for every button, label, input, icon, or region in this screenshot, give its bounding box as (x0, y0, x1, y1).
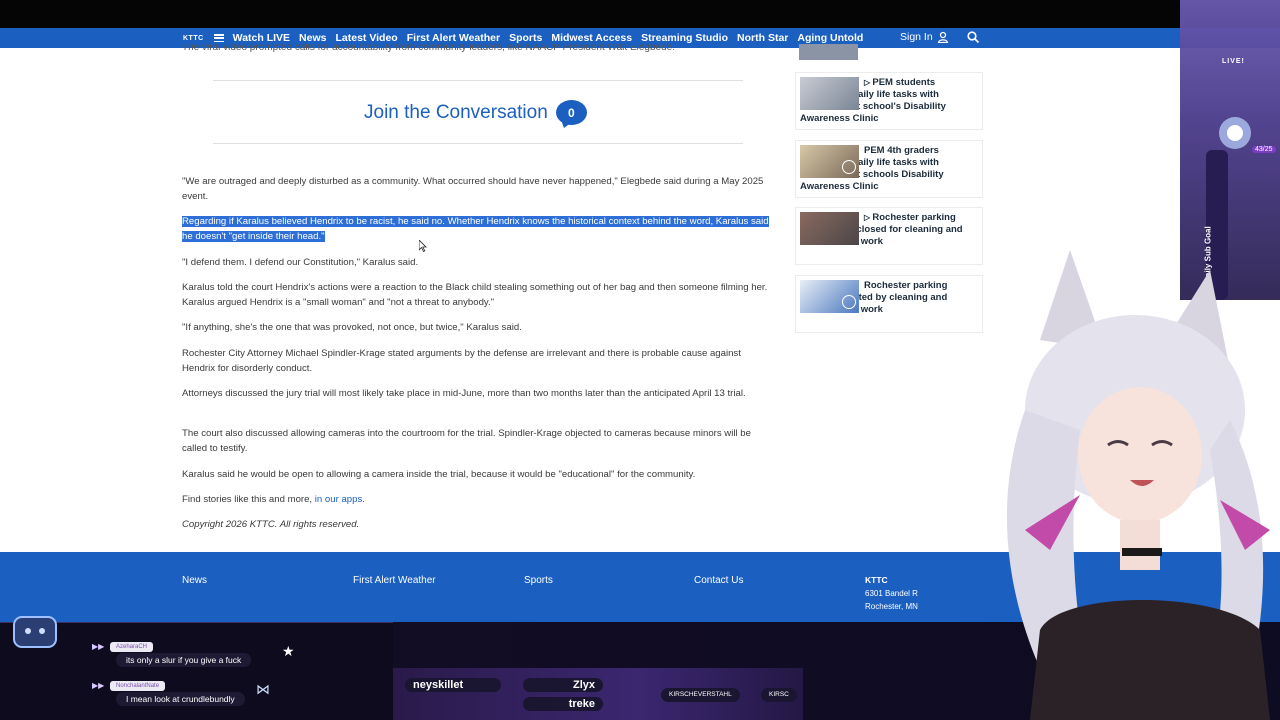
article-cut-line: The viral video prompted calls for accou… (182, 44, 675, 53)
chat-message: I mean look at crundlebundly (116, 692, 245, 706)
footer-contact[interactable]: Contact Us (694, 575, 743, 586)
footer-news[interactable]: News (182, 575, 207, 586)
story-thumbnail (800, 280, 859, 313)
story-thumbnail (800, 145, 859, 178)
nav-streaming-studio[interactable]: Streaming Studio (641, 32, 728, 44)
nav-watch-live[interactable]: Watch LIVE (233, 32, 290, 44)
footer-weather[interactable]: First Alert Weather (353, 575, 436, 586)
find-stories: Find stories like this and more, in our … (182, 492, 776, 507)
sidebar-story-1[interactable]: ▷ PEM students experience daily life tas… (795, 72, 983, 130)
user-icon (937, 31, 948, 43)
nav-first-alert-weather[interactable]: First Alert Weather (407, 32, 500, 44)
chat-username: AzeharaCH (110, 642, 154, 652)
mascot-icon (13, 616, 57, 648)
divider-top (213, 80, 743, 81)
chat-tag: KIRSC (761, 688, 797, 702)
chat-arrow-icon: ▶▶ (92, 642, 105, 651)
nav-sports[interactable]: Sports (509, 32, 542, 44)
paragraph-8: The court also discussed allowing camera… (182, 428, 751, 454)
supporter-card-1: neyskillet (405, 678, 501, 692)
bow-icon: ⋈ (256, 681, 270, 697)
footer-station: KTTC (865, 575, 888, 585)
divider-bottom (213, 143, 743, 144)
join-label: Join the Conversation (364, 101, 548, 123)
paragraph-6: Rochester City Attorney Michael Spindler… (182, 348, 741, 374)
find-stories-text: Find stories like this and more, (182, 494, 315, 505)
chat-arrow-icon: ▶▶ (92, 681, 105, 690)
supporter-card-2: Zlyx (523, 678, 603, 692)
footer-address-line2: Rochester, MN (865, 602, 918, 611)
mouse-cursor-icon (419, 240, 427, 252)
nav-aging-untold[interactable]: Aging Untold (797, 32, 863, 44)
paragraph-1: "We are outraged and deeply disturbed as… (182, 176, 764, 202)
paragraph-5: "If anything, she's the one that was pro… (182, 322, 522, 333)
paragraph-3: "I defend them. I defend our Constitutio… (182, 257, 419, 268)
story-thumbnail (800, 77, 859, 110)
comment-count-badge: 0 (555, 100, 587, 125)
nav-north-star[interactable]: North Star (737, 32, 788, 44)
selected-text: Regarding if Karalus believed Hendrix to… (182, 216, 769, 242)
sign-in-button[interactable]: Sign In (900, 31, 949, 43)
supporter-card-3: treke (523, 697, 603, 711)
nav-midwest-access[interactable]: Midwest Access (551, 32, 632, 44)
sign-in-label: Sign In (900, 31, 933, 43)
join-conversation[interactable]: Join the Conversation 0 (364, 100, 587, 125)
kttc-logo[interactable]: KTTC (183, 35, 204, 42)
live-label: LIVE! (1222, 58, 1245, 65)
top-black-strip (0, 0, 1280, 28)
search-icon[interactable] (966, 30, 980, 44)
paragraph-7: Attorneys discussed the jury trial will … (182, 388, 746, 399)
menu-icon[interactable] (213, 34, 224, 42)
play-icon (842, 295, 856, 309)
footer-sports[interactable]: Sports (524, 575, 553, 586)
footer-address-line1: 6301 Bandel R (865, 589, 918, 598)
footer-address: KTTC 6301 Bandel R Rochester, MN (865, 574, 918, 613)
paragraph-4: Karalus told the court Hendrix's actions… (182, 282, 768, 308)
star-icon: ★ (282, 643, 295, 659)
paragraph-2-highlighted: Regarding if Karalus believed Hendrix to… (182, 214, 776, 244)
sparkle-orb-icon (1219, 117, 1251, 149)
twitter-tag: KIRSCHEVERSTAHL (661, 688, 740, 702)
play-icon (842, 160, 856, 174)
chat-username: NonchalantNate (110, 681, 166, 691)
apps-link[interactable]: in our apps. (315, 494, 365, 505)
nav-news[interactable]: News (299, 32, 326, 44)
stream-card-bar: neyskillet Zlyx treke KIRSCHEVERSTAHL KI… (393, 668, 803, 720)
copyright: Copyright 2026 KTTC. All rights reserved… (182, 519, 360, 530)
sidebar-story-2[interactable]: PEM 4th graders experience daily life ta… (795, 140, 983, 198)
story-thumbnail (800, 212, 859, 245)
nav-latest-video[interactable]: Latest Video (335, 32, 397, 44)
paragraph-9: Karalus said he would be open to allowin… (182, 469, 696, 480)
partial-thumbnail[interactable] (799, 44, 858, 60)
stream-chat: ▶▶ AzeharaCH its only a slur if you give… (0, 616, 393, 720)
vtuber-avatar (1006, 250, 1270, 720)
chat-message: its only a slur if you give a fuck (116, 653, 252, 667)
